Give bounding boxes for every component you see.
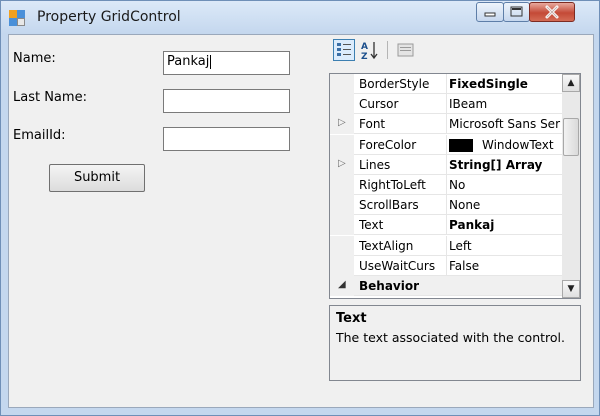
property-name: ForeColor (359, 137, 417, 152)
minimize-icon (484, 12, 496, 17)
property-value[interactable]: Left (449, 239, 562, 253)
property-value[interactable]: Pankaj (449, 218, 562, 232)
maximize-button[interactable] (503, 2, 530, 22)
close-icon (545, 5, 559, 19)
email-label: EmailId: (13, 128, 66, 143)
lastname-input[interactable] (163, 89, 290, 113)
lastname-label: Last Name: (13, 90, 87, 105)
color-swatch (449, 138, 473, 152)
collapse-icon[interactable]: ◢ (338, 279, 346, 290)
property-name: UseWaitCurs (359, 258, 436, 273)
property-value[interactable]: None (449, 198, 562, 212)
name-input[interactable]: Pankaj (163, 51, 290, 75)
property-name: TextAlign (359, 238, 414, 253)
scroll-thumb[interactable] (563, 118, 579, 156)
svg-text:Z: Z (361, 52, 368, 61)
property-value-text: WindowText (482, 137, 554, 152)
property-name: Cursor (359, 97, 399, 112)
categorized-button[interactable] (333, 39, 355, 61)
property-row[interactable]: Text Pankaj (330, 215, 562, 236)
alphabetical-button[interactable]: A Z (359, 39, 381, 62)
close-button[interactable] (529, 2, 575, 22)
row-gutter (330, 94, 354, 115)
property-value[interactable]: String[] Array (449, 158, 562, 172)
column-divider (446, 94, 447, 115)
property-value[interactable]: IBeam (449, 97, 562, 111)
property-row[interactable]: RightToLeft No (330, 175, 562, 195)
column-divider (446, 114, 447, 135)
column-divider (446, 255, 447, 276)
property-pages-button[interactable] (395, 39, 417, 61)
property-pages-icon (397, 43, 414, 57)
property-row[interactable]: ▷ Font Microsoft Sans Ser (330, 114, 562, 135)
column-divider (446, 175, 447, 195)
property-name: Behavior (359, 279, 420, 293)
property-row[interactable]: Cursor IBeam (330, 94, 562, 115)
property-grid[interactable]: BorderStyle FixedSingle Cursor IBeam ▷ Font Mi… (329, 73, 581, 299)
column-divider (446, 215, 447, 236)
help-title: Text (336, 311, 367, 326)
submit-button[interactable]: Submit (49, 164, 145, 192)
scroll-up-button[interactable]: ▲ (562, 74, 580, 92)
row-gutter (330, 255, 354, 276)
window-title: Property GridControl (37, 9, 181, 25)
property-value[interactable]: Microsoft Sans Ser (449, 117, 562, 131)
row-gutter (330, 175, 354, 195)
maximize-icon (510, 6, 523, 17)
property-name: Lines (359, 157, 391, 172)
property-row[interactable]: TextAlign Left (330, 235, 562, 256)
column-divider (446, 195, 447, 216)
property-row[interactable]: ForeColor WindowText (330, 134, 562, 155)
column-divider (446, 154, 447, 175)
category-row[interactable]: ◢ Behavior (330, 276, 562, 296)
property-row[interactable]: ▷ Lines String[] Array (330, 154, 562, 175)
row-gutter (330, 134, 354, 155)
property-name: RightToLeft (359, 178, 426, 192)
expand-icon[interactable]: ▷ (338, 117, 346, 128)
title-bar[interactable]: Property GridControl (1, 1, 599, 34)
row-gutter (330, 235, 354, 256)
name-input-value: Pankaj (167, 54, 210, 69)
property-help-pane: Text The text associated with the contro… (329, 305, 581, 381)
property-row[interactable]: BorderStyle FixedSingle (330, 74, 562, 94)
property-name: Font (359, 117, 386, 132)
email-input[interactable] (163, 127, 290, 151)
alphabetical-sort-icon: A Z (361, 42, 378, 62)
row-gutter (330, 74, 354, 94)
column-divider (446, 235, 447, 256)
categorized-icon (337, 43, 351, 56)
help-description: The text associated with the control. (336, 330, 565, 345)
property-grid-scrollbar[interactable]: ▲ ▼ (562, 74, 580, 298)
column-divider (446, 134, 447, 155)
main-window: Property GridControl Name: Pankaj Last N… (0, 0, 600, 416)
property-value[interactable]: WindowText (449, 138, 562, 152)
minimize-button[interactable] (476, 2, 504, 22)
app-icon (9, 10, 25, 26)
row-gutter (330, 195, 354, 216)
svg-text:A: A (361, 42, 368, 52)
name-label: Name: (13, 51, 56, 66)
property-name: ScrollBars (359, 198, 419, 213)
property-name: Text (359, 218, 384, 233)
form-client-area: Name: Pankaj Last Name: EmailId: Submit … (8, 34, 594, 408)
row-gutter (330, 215, 354, 236)
property-value[interactable]: False (449, 259, 562, 273)
scroll-down-button[interactable]: ▼ (562, 280, 580, 298)
text-caret (210, 54, 212, 69)
column-divider (446, 74, 447, 94)
expand-icon[interactable]: ▷ (338, 158, 346, 169)
property-value[interactable]: FixedSingle (449, 77, 562, 91)
property-value[interactable]: No (449, 178, 562, 192)
property-row[interactable]: ScrollBars None (330, 195, 562, 216)
toolbar-separator (387, 41, 388, 59)
property-name: BorderStyle (359, 77, 430, 91)
property-row[interactable]: UseWaitCurs False (330, 255, 562, 276)
